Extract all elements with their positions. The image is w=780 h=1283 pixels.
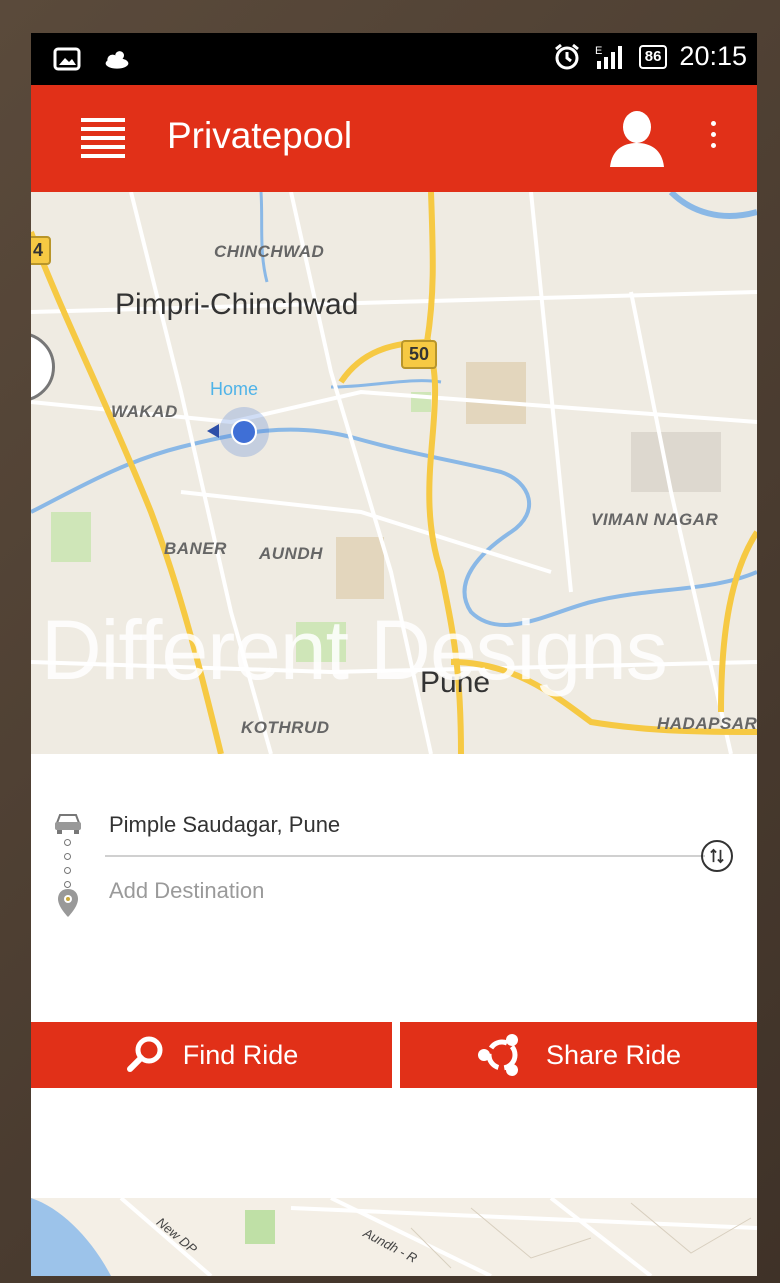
share-ride-icon: [477, 1034, 518, 1076]
map-view[interactable]: 4 50 CHINCHWAD Pimpri-Chinchwad Home WAK…: [31, 192, 757, 754]
status-bar: E 86 20:15: [31, 33, 757, 85]
map-label-viman-nagar: VIMAN NAGAR: [591, 510, 719, 529]
map-label-kothrud: KOTHRUD: [241, 718, 330, 737]
find-ride-button[interactable]: Find Ride: [31, 1022, 392, 1088]
route-dots: [64, 839, 72, 895]
signal-icon: E: [595, 45, 622, 69]
location-pin-icon: [58, 889, 78, 917]
highway-shield-4: 4: [31, 236, 52, 265]
find-ride-label: Find Ride: [182, 1039, 299, 1070]
destination-field[interactable]: Add Destination: [109, 878, 264, 904]
menu-icon[interactable]: [81, 118, 125, 162]
share-ride-label: Share Ride: [545, 1039, 682, 1070]
svg-text:E: E: [595, 45, 602, 57]
map-label-baner: BANER: [164, 539, 227, 558]
route-form: Pimple Saudagar, Pune Add Destination: [31, 754, 757, 1022]
gallery-icon: [53, 47, 81, 71]
highway-shield-50: 50: [401, 340, 438, 369]
field-divider: [105, 855, 705, 857]
overflow-menu-icon[interactable]: [705, 121, 721, 161]
watermark: Different Designs: [41, 603, 668, 697]
direction-arrow-icon: [207, 424, 219, 438]
bottom-map-roads: [31, 1198, 757, 1276]
map-label-home: Home: [210, 379, 259, 399]
map-label-aundh: AUNDH: [259, 544, 323, 563]
profile-icon[interactable]: [606, 107, 668, 169]
share-ride-button[interactable]: Share Ride: [400, 1022, 757, 1088]
map-label-pimpri: Pimpri-Chinchwad: [115, 288, 359, 321]
swap-icon[interactable]: [701, 840, 733, 872]
map-label-wakad: WAKAD: [111, 402, 178, 421]
current-location-marker: [219, 407, 269, 457]
clock: 20:15: [679, 41, 747, 71]
app-bar: Privatepool: [31, 85, 757, 192]
app-title: Privatepool: [167, 115, 353, 156]
bottom-map-peek[interactable]: New DP Aundh - R: [31, 1198, 757, 1276]
origin-field[interactable]: Pimple Saudagar, Pune: [109, 812, 340, 838]
weather-cloud-icon: [105, 51, 129, 69]
car-icon: [55, 814, 81, 834]
alarm-icon: [554, 43, 579, 69]
map-label-hadapsar: HADAPSAR: [657, 714, 757, 733]
phone-screen: E 86 20:15 Privatepool 4 50 CHINCHWAD Pi…: [31, 33, 757, 1276]
battery-indicator: 86: [638, 44, 668, 69]
search-icon: [126, 1036, 163, 1072]
map-label-chinchwad: CHINCHWAD: [214, 242, 325, 261]
